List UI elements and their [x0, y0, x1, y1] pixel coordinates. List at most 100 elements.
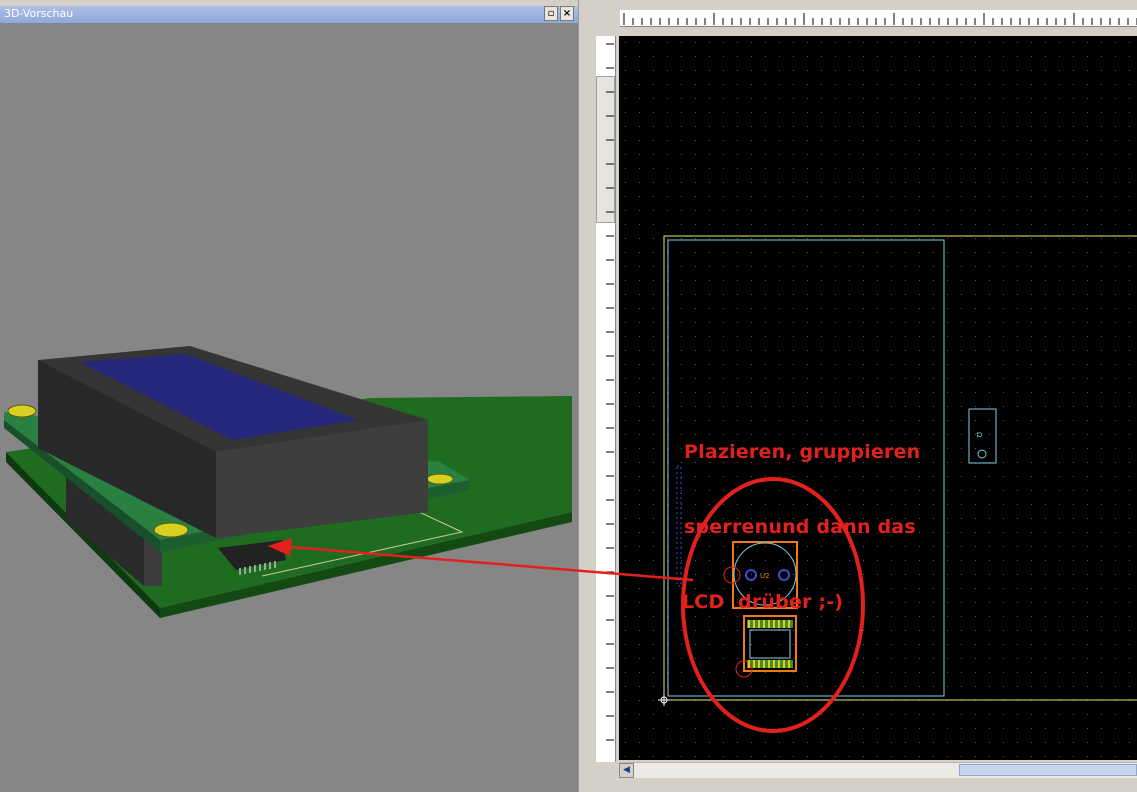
- grid-dot: [779, 322, 780, 323]
- grid-dot: [1031, 462, 1032, 463]
- grid-dot: [989, 756, 990, 757]
- grid-dot: [891, 714, 892, 715]
- grid-dot: [751, 686, 752, 687]
- grid-dot: [821, 308, 822, 309]
- grid-dot: [793, 728, 794, 729]
- grid-dot: [1003, 308, 1004, 309]
- grid-dot: [1101, 196, 1102, 197]
- grid-dot: [751, 154, 752, 155]
- grid-dot: [877, 56, 878, 57]
- grid-dot: [1101, 266, 1102, 267]
- grid-dot: [625, 224, 626, 225]
- grid-dot: [793, 294, 794, 295]
- grid-dot: [933, 112, 934, 113]
- grid-dot: [625, 350, 626, 351]
- grid-dot: [1073, 364, 1074, 365]
- grid-dot: [1031, 448, 1032, 449]
- grid-dot: [723, 42, 724, 43]
- horizontal-scrollbar[interactable]: ◀: [619, 762, 1137, 778]
- grid-dot: [989, 560, 990, 561]
- grid-dot: [765, 182, 766, 183]
- grid-dot: [765, 154, 766, 155]
- grid-dot: [723, 266, 724, 267]
- grid-dot: [1045, 532, 1046, 533]
- grid-dot: [1087, 490, 1088, 491]
- grid-dot: [905, 84, 906, 85]
- close-button[interactable]: ×: [560, 6, 574, 21]
- grid-dot: [961, 238, 962, 239]
- grid-dot: [1003, 434, 1004, 435]
- grid-dot: [1129, 84, 1130, 85]
- grid-dot: [821, 112, 822, 113]
- grid-dot: [821, 672, 822, 673]
- grid-dot: [1101, 644, 1102, 645]
- grid-dot: [821, 294, 822, 295]
- grid-dot: [1031, 588, 1032, 589]
- grid-dot: [667, 742, 668, 743]
- grid-dot: [1059, 210, 1060, 211]
- small-footprint[interactable]: Ω: [968, 408, 997, 464]
- grid-dot: [1031, 70, 1032, 71]
- vertical-ruler[interactable]: [596, 36, 616, 762]
- grid-dot: [821, 350, 822, 351]
- grid-dot: [877, 140, 878, 141]
- grid-dot: [807, 658, 808, 659]
- grid-dot: [1017, 322, 1018, 323]
- grid-dot: [947, 392, 948, 393]
- grid-dot: [989, 504, 990, 505]
- grid-dot: [709, 378, 710, 379]
- grid-dot: [737, 742, 738, 743]
- grid-dot: [1115, 434, 1116, 435]
- grid-dot: [835, 182, 836, 183]
- panel-splitter[interactable]: [578, 0, 596, 792]
- grid-dot: [709, 112, 710, 113]
- grid-dot: [779, 238, 780, 239]
- scroll-left-button[interactable]: ◀: [619, 763, 634, 778]
- 3d-viewport[interactable]: [4, 23, 576, 792]
- grid-dot: [625, 616, 626, 617]
- grid-dot: [1129, 672, 1130, 673]
- grid-dot: [891, 112, 892, 113]
- grid-dot: [653, 532, 654, 533]
- grid-dot: [625, 238, 626, 239]
- horizontal-scroll-thumb[interactable]: [959, 764, 1137, 776]
- grid-dot: [877, 658, 878, 659]
- grid-dot: [653, 546, 654, 547]
- grid-dot: [1129, 518, 1130, 519]
- grid-dot: [625, 322, 626, 323]
- grid-dot: [1087, 658, 1088, 659]
- grid-dot: [905, 252, 906, 253]
- grid-dot: [709, 224, 710, 225]
- preview-titlebar[interactable]: 3D-Vorschau ▫ ×: [0, 6, 578, 23]
- grid-dot: [681, 294, 682, 295]
- grid-dot: [891, 210, 892, 211]
- grid-dot: [1115, 420, 1116, 421]
- grid-dot: [1059, 434, 1060, 435]
- grid-dot: [891, 182, 892, 183]
- grid-dot: [1115, 294, 1116, 295]
- grid-dot: [737, 756, 738, 757]
- grid-dot: [877, 294, 878, 295]
- grid-dot: [807, 322, 808, 323]
- grid-dot: [835, 714, 836, 715]
- grid-dot: [863, 280, 864, 281]
- grid-dot: [653, 238, 654, 239]
- grid-dot: [1031, 168, 1032, 169]
- grid-dot: [919, 266, 920, 267]
- restore-button[interactable]: ▫: [544, 6, 558, 21]
- grid-dot: [1073, 126, 1074, 127]
- grid-dot: [639, 658, 640, 659]
- grid-dot: [891, 224, 892, 225]
- grid-dot: [1115, 658, 1116, 659]
- grid-dot: [891, 56, 892, 57]
- grid-dot: [975, 56, 976, 57]
- grid-dot: [961, 336, 962, 337]
- grid-dot: [709, 658, 710, 659]
- grid-dot: [1059, 322, 1060, 323]
- grid-dot: [1115, 350, 1116, 351]
- grid-dot: [723, 350, 724, 351]
- grid-dot: [863, 728, 864, 729]
- grid-dot: [1087, 266, 1088, 267]
- grid-dot: [751, 112, 752, 113]
- grid-dot: [807, 378, 808, 379]
